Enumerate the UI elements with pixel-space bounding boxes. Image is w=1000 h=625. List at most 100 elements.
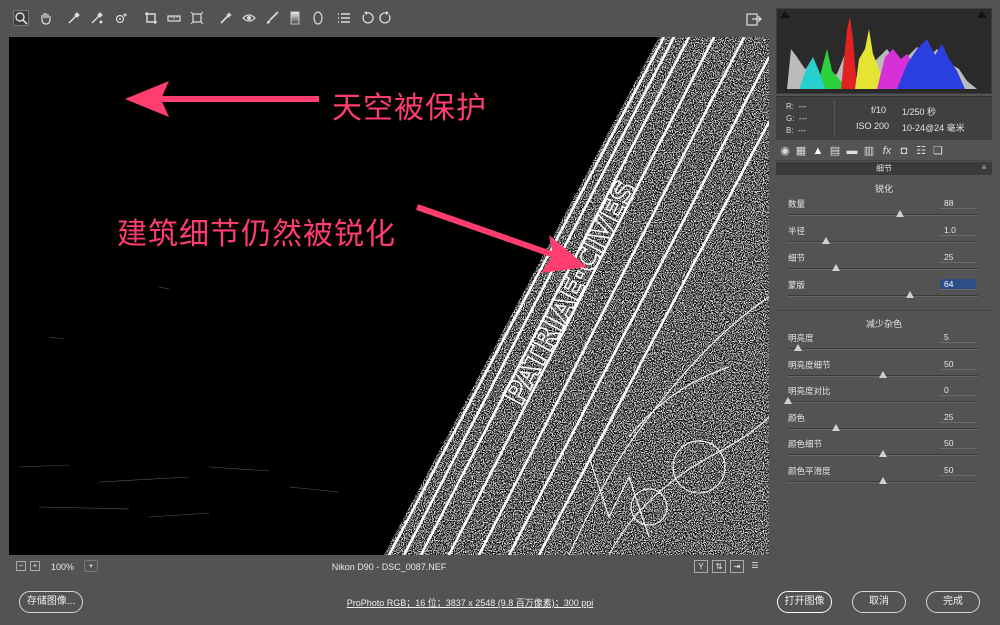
slider-thumb[interactable] bbox=[831, 423, 840, 431]
toggle-settings-icon[interactable]: ☰ bbox=[748, 560, 762, 573]
slider-label: 颜色平滑度 bbox=[788, 465, 831, 476]
slider-track[interactable] bbox=[788, 476, 978, 484]
preview-status-bar: − + 100% ▾ Nikon D90 - DSC_0087.NEF Y ⇅ … bbox=[9, 556, 769, 578]
graduated-filter-icon[interactable] bbox=[287, 10, 303, 26]
copy-settings-icon[interactable]: ⇥ bbox=[730, 560, 744, 573]
swap-settings-icon[interactable]: ⇅ bbox=[712, 560, 726, 573]
slider-label: 明亮度细节 bbox=[788, 359, 831, 370]
slider-track[interactable] bbox=[788, 264, 978, 271]
section-divider bbox=[776, 310, 992, 311]
slider-label: 半径 bbox=[788, 226, 806, 236]
slider-label: 数量 bbox=[788, 199, 806, 209]
slider-thumb[interactable] bbox=[879, 476, 887, 484]
slider-value-field[interactable]: 50 bbox=[940, 359, 976, 370]
radial-filter-icon[interactable] bbox=[310, 10, 326, 26]
slider-label: 明亮度 bbox=[788, 333, 814, 343]
slider-track[interactable] bbox=[788, 423, 978, 431]
transform-icon[interactable] bbox=[189, 10, 205, 26]
before-after-view-button[interactable]: Y bbox=[694, 560, 708, 573]
workflow-options-link[interactable]: ProPhoto RGB；16 位；3837 x 2548 (9.8 百万像素)… bbox=[320, 596, 620, 609]
g-value: --- bbox=[798, 114, 807, 123]
slider-thumb[interactable] bbox=[784, 397, 792, 404]
tab-lens-corrections-icon[interactable]: ▥ bbox=[862, 144, 876, 158]
image-info: R: --- G: --- B: --- f/10 1/250 秒 ISO 20… bbox=[776, 96, 992, 140]
slider-thumb[interactable] bbox=[896, 210, 905, 217]
tab-snapshots-icon[interactable]: ❏ bbox=[931, 144, 945, 158]
bottom-bar: 存储图像... ProPhoto RGB；16 位；3837 x 2548 (9… bbox=[0, 580, 1000, 625]
adjustment-panel: R: --- G: --- B: --- f/10 1/250 秒 ISO 20… bbox=[776, 8, 992, 495]
red-eye-icon[interactable] bbox=[241, 10, 257, 26]
b-label: B: bbox=[786, 126, 794, 135]
tab-tone-curve-icon[interactable]: ▦ bbox=[794, 144, 808, 158]
tab-detail-icon[interactable]: ▲ bbox=[811, 144, 825, 158]
iso: ISO 200 bbox=[856, 121, 890, 131]
slider-track[interactable] bbox=[788, 450, 978, 457]
shutter-speed: 1/250 秒 bbox=[902, 107, 937, 117]
slider-label: 明亮度对比 bbox=[788, 386, 831, 396]
tab-camera-calibration-icon[interactable]: ◘ bbox=[897, 144, 911, 158]
slider-track[interactable] bbox=[788, 237, 978, 244]
noise-reduction-title: 减少杂色 bbox=[865, 319, 902, 329]
slider-thumb[interactable] bbox=[905, 291, 914, 298]
white-balance-icon[interactable] bbox=[66, 10, 82, 26]
spot-removal-icon[interactable] bbox=[218, 10, 234, 26]
zoom-tool-icon[interactable] bbox=[13, 10, 29, 26]
file-name: Nikon D90 - DSC_0087.NEF bbox=[331, 562, 447, 572]
export-icon[interactable] bbox=[746, 12, 762, 26]
slider-value-field[interactable]: 25 bbox=[940, 252, 976, 263]
done-button[interactable]: 完成 bbox=[926, 591, 980, 613]
adjustment-brush-icon[interactable] bbox=[264, 10, 280, 26]
slider-label: 蒙版 bbox=[788, 280, 806, 290]
slider-value-field[interactable]: 50 bbox=[940, 465, 976, 476]
slider-track[interactable] bbox=[788, 291, 978, 298]
slider-thumb[interactable] bbox=[879, 370, 887, 378]
slider-track[interactable] bbox=[788, 344, 978, 351]
tab-presets-icon[interactable]: ☷ bbox=[914, 144, 928, 158]
slider-value-field[interactable]: 50 bbox=[940, 438, 976, 449]
slider-value-field[interactable]: 5 bbox=[940, 332, 976, 343]
lens: 10-24@24 毫米 bbox=[902, 123, 965, 133]
slider-label: 细节 bbox=[788, 253, 806, 263]
slider-track[interactable] bbox=[788, 210, 978, 217]
image-preview[interactable]: PATRIAE·CIVES 天空被保护 建筑细节仍然被锐化 bbox=[9, 37, 769, 555]
targeted-adjustment-icon[interactable] bbox=[113, 10, 129, 26]
section-title: 细节 ≡ bbox=[776, 162, 992, 175]
detail-title: 细节 bbox=[876, 164, 892, 173]
rotate-left-icon[interactable] bbox=[359, 10, 375, 26]
b-value: --- bbox=[798, 126, 807, 135]
annotation-building-sharpened: 建筑细节仍然被锐化 bbox=[117, 217, 396, 252]
color-sampler-icon[interactable] bbox=[89, 10, 105, 26]
slider-thumb[interactable] bbox=[822, 237, 830, 244]
save-image-button[interactable]: 存储图像... bbox=[19, 591, 83, 613]
hand-tool-icon[interactable] bbox=[38, 10, 54, 26]
slider-thumb[interactable] bbox=[831, 264, 840, 271]
open-image-button[interactable]: 打开图像 bbox=[777, 591, 832, 613]
cancel-button[interactable]: 取消 bbox=[852, 591, 906, 613]
tab-effects-icon[interactable]: fx bbox=[880, 144, 894, 158]
aperture: f/10 bbox=[871, 105, 887, 115]
sharpening-title: 锐化 bbox=[874, 184, 893, 194]
preferences-list-icon[interactable] bbox=[336, 10, 352, 26]
slider-value-field[interactable]: 1.0 bbox=[940, 225, 976, 236]
panel-tabs: ◉ ▦ ▲ ▤ ▬ ▥ fx ◘ ☷ ❏ bbox=[776, 141, 992, 161]
tab-basic-icon[interactable]: ◉ bbox=[778, 144, 792, 158]
slider-label: 颜色 bbox=[788, 412, 806, 423]
straighten-icon[interactable] bbox=[166, 10, 182, 26]
slider-track[interactable] bbox=[788, 370, 978, 378]
slider-value-field[interactable]: 0 bbox=[940, 385, 976, 396]
annotation-sky-protected: 天空被保护 bbox=[332, 91, 487, 126]
slider-value-field[interactable]: 88 bbox=[940, 198, 976, 209]
tab-split-toning-icon[interactable]: ▬ bbox=[845, 144, 859, 158]
slider-value-field[interactable]: 64 bbox=[940, 279, 976, 290]
slider-thumb[interactable] bbox=[793, 344, 802, 351]
slider-thumb[interactable] bbox=[879, 450, 887, 457]
slider-track[interactable] bbox=[784, 397, 978, 404]
rotate-right-icon[interactable] bbox=[378, 10, 394, 26]
tab-hsl-icon[interactable]: ▤ bbox=[828, 144, 842, 158]
panel-menu-icon[interactable]: ≡ bbox=[979, 164, 989, 173]
r-label: R: bbox=[786, 102, 794, 111]
histogram bbox=[776, 8, 992, 94]
crop-icon[interactable] bbox=[143, 10, 159, 26]
g-label: G: bbox=[786, 114, 795, 123]
slider-value-field[interactable]: 25 bbox=[940, 412, 976, 423]
